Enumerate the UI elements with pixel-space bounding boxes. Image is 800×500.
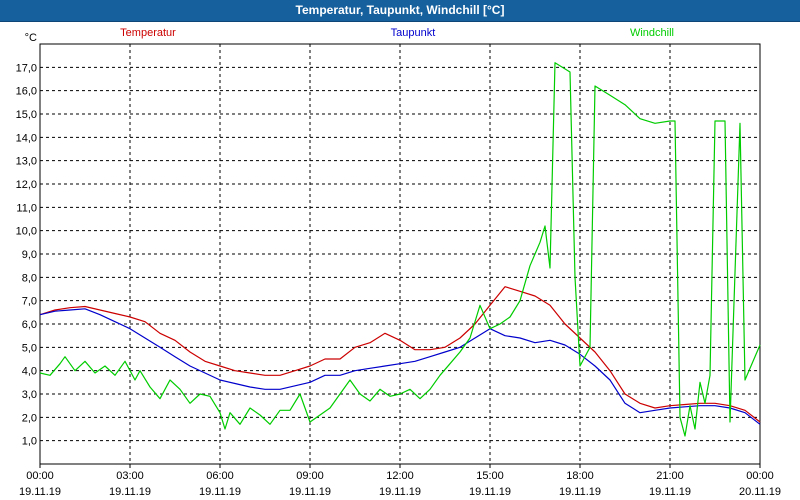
x-tick-time: 09:00 — [296, 470, 324, 482]
x-tick-date: 20.11.19 — [739, 486, 781, 498]
y-tick-label: 13,0 — [16, 156, 37, 168]
x-tick-time: 06:00 — [206, 470, 234, 482]
y-tick-label: 12,0 — [16, 179, 37, 191]
y-tick-label: 10,0 — [16, 226, 37, 238]
y-tick-label: 6,0 — [22, 319, 37, 331]
x-tick-date: 19.11.19 — [199, 486, 241, 498]
y-tick-label: 5,0 — [22, 342, 37, 354]
y-tick-label: 17,0 — [16, 62, 37, 74]
y-tick-label: 15,0 — [16, 109, 37, 121]
x-tick-date: 19.11.19 — [379, 486, 421, 498]
y-tick-label: 3,0 — [22, 389, 37, 401]
x-tick-time: 00:00 — [746, 470, 774, 482]
legend-taupunkt: Taupunkt — [391, 27, 436, 39]
x-tick-date: 19.11.19 — [649, 486, 691, 498]
y-tick-label: 7,0 — [22, 296, 37, 308]
y-tick-label: 14,0 — [16, 132, 37, 144]
x-tick-date: 19.11.19 — [289, 486, 331, 498]
legend-windchill: Windchill — [630, 27, 674, 39]
x-tick-time: 12:00 — [386, 470, 414, 482]
y-tick-label: 2,0 — [22, 412, 37, 424]
x-tick-date: 19.11.19 — [559, 486, 601, 498]
y-tick-label: 11,0 — [16, 202, 37, 214]
line-chart: 1,0 2,0 3,0 4,0 5,0 6,0 7,0 8,0 9,0 10,0 11,0 12,0 1… — [16, 27, 781, 498]
window-title: Temperatur, Taupunkt, Windchill [°C] — [0, 0, 800, 22]
x-tick-time: 00:00 — [26, 470, 54, 482]
x-tick-time: 03:00 — [116, 470, 144, 482]
x-tick-date: 19.11.19 — [469, 486, 511, 498]
y-tick-label: 4,0 — [22, 366, 37, 378]
chart-window: Temperatur, Taupunkt, Windchill [°C] 1,0… — [0, 0, 800, 500]
y-tick-label: 8,0 — [22, 272, 37, 284]
y-tick-label: 9,0 — [22, 249, 37, 261]
legend-temperatur: Temperatur — [120, 27, 176, 39]
x-tick-date: 19.11.19 — [109, 486, 151, 498]
x-tick-date: 19.11.19 — [19, 486, 61, 498]
x-tick-time: 21:00 — [656, 470, 684, 482]
y-axis-unit: °C — [25, 32, 37, 44]
x-tick-time: 15:00 — [476, 470, 504, 482]
y-tick-label: 1,0 — [22, 436, 37, 448]
y-tick-label: 16,0 — [16, 86, 37, 98]
x-tick-time: 18:00 — [566, 470, 594, 482]
